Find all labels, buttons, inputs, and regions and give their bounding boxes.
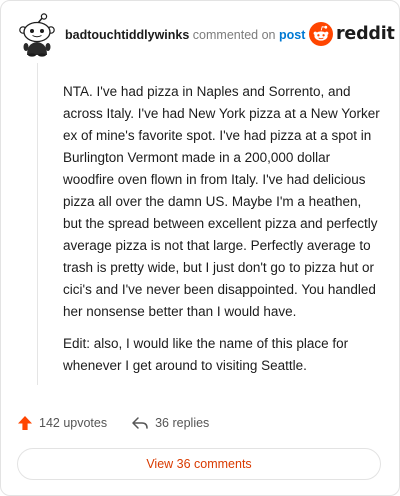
comment-body: NTA. I've had pizza in Naples and Sorren… bbox=[63, 81, 381, 387]
user-avatar[interactable] bbox=[17, 13, 57, 57]
reddit-logo[interactable]: reddit bbox=[309, 21, 395, 47]
comment-paragraph-2: Edit: also, I would like the name of thi… bbox=[63, 336, 349, 373]
view-comments-button[interactable]: View 36 comments bbox=[17, 448, 381, 480]
reply-arrow-icon bbox=[132, 417, 148, 429]
thread-line[interactable] bbox=[37, 63, 38, 385]
snoo-avatar-icon bbox=[19, 13, 55, 57]
reddit-wordmark: reddit bbox=[336, 24, 395, 44]
upvote-arrow-icon bbox=[18, 416, 32, 430]
comment-paragraph-1: NTA. I've had pizza in Naples and Sorren… bbox=[63, 84, 380, 319]
reply-count: 36 replies bbox=[155, 416, 210, 430]
comment-header: badtouchtiddlywinks commented on post bbox=[65, 27, 305, 43]
replies-button[interactable]: 36 replies bbox=[131, 416, 209, 430]
post-link[interactable]: post bbox=[279, 28, 305, 42]
comment-actions: 142 upvotes 36 replies bbox=[17, 413, 209, 433]
comment-card: badtouchtiddlywinks commented on post re… bbox=[0, 0, 400, 496]
upvote-count: 142 upvotes bbox=[39, 416, 108, 430]
commented-on-text: commented on bbox=[192, 28, 276, 42]
username-link[interactable]: badtouchtiddlywinks bbox=[65, 28, 189, 42]
upvote-button[interactable]: 142 upvotes bbox=[17, 415, 107, 431]
reddit-snoo-icon bbox=[309, 22, 333, 46]
